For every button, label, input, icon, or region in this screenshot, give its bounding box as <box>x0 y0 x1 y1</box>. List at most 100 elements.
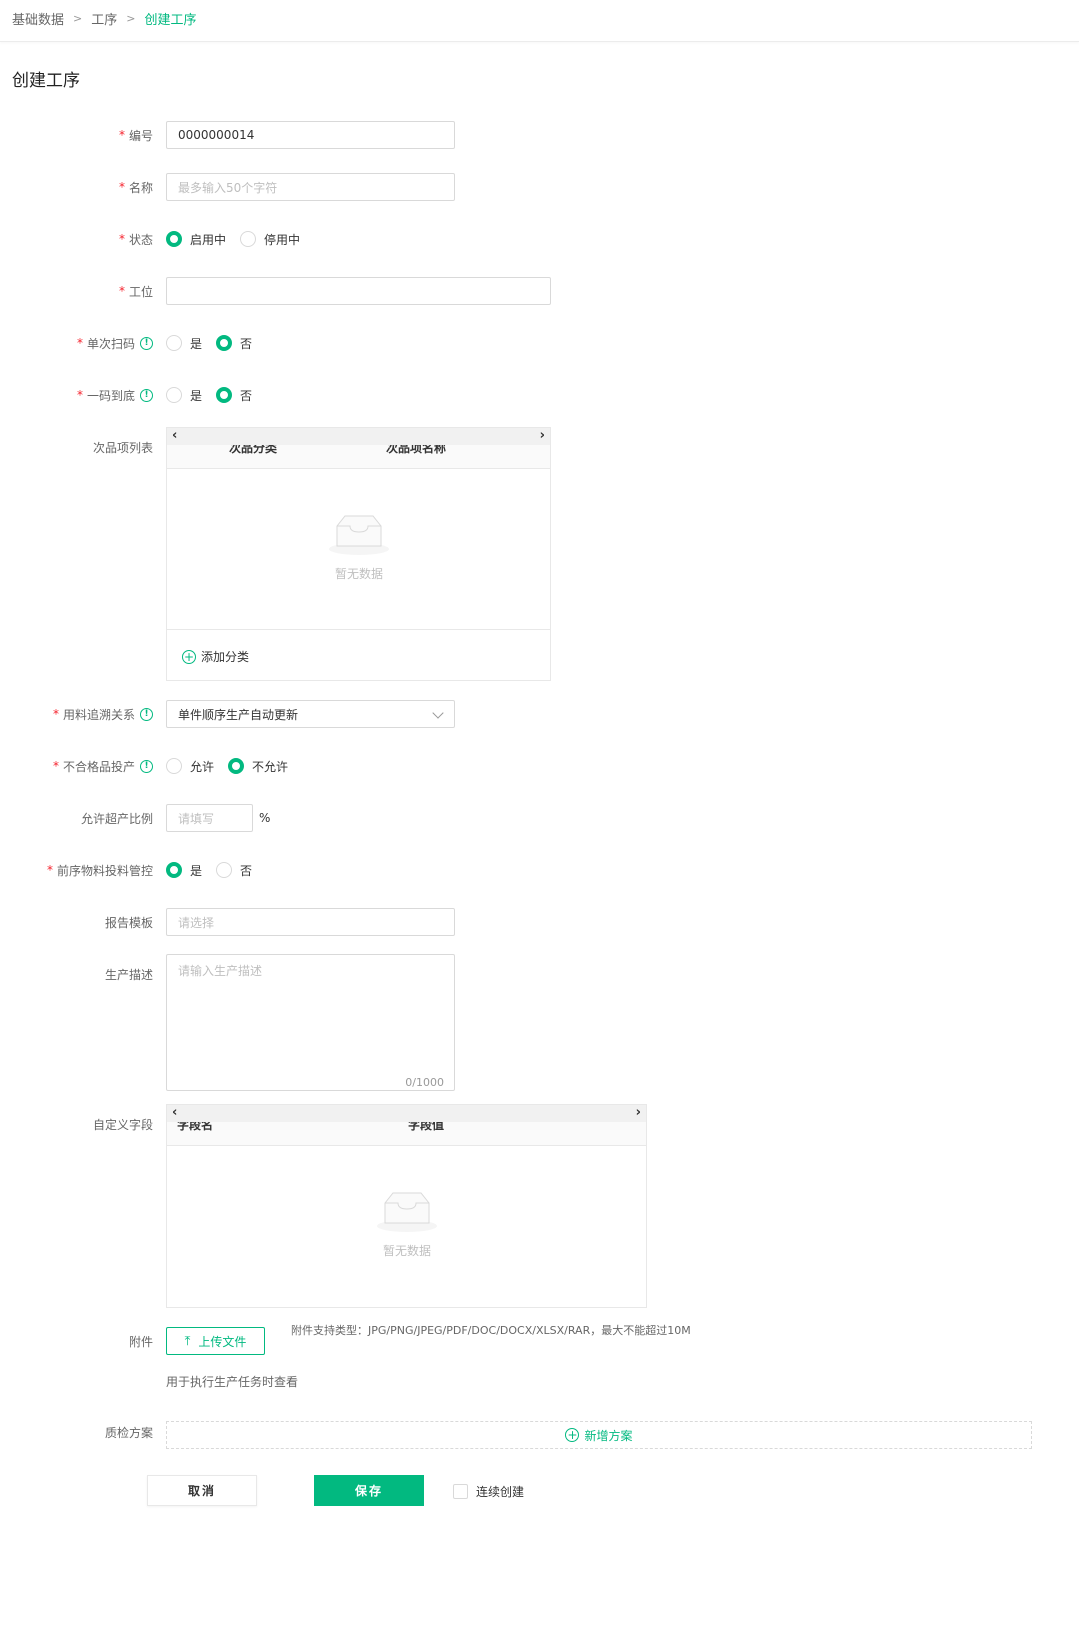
report-template-label-text: 报告模板 <box>104 915 153 930</box>
radio-label: 不允许 <box>252 759 289 774</box>
prev-material-radio-no[interactable]: 否 <box>216 862 252 879</box>
one-code-label-text: 一码到底 <box>86 388 135 403</box>
empty-box-icon <box>377 1192 437 1232</box>
workstation-input[interactable] <box>166 277 551 305</box>
required-mark: * <box>52 759 59 773</box>
select-value: 单件顺序生产自动更新 <box>178 707 299 722</box>
radio-checked-icon <box>166 231 182 247</box>
radio-unchecked-icon <box>166 758 182 774</box>
radio-label: 是 <box>190 336 203 351</box>
horizontal-scrollbar[interactable]: ‹ › <box>167 428 550 445</box>
single-scan-label-text: 单次扫码 <box>86 336 135 351</box>
scroll-right-icon[interactable]: › <box>636 1105 641 1121</box>
description-label-text: 生产描述 <box>104 967 153 982</box>
upload-file-button[interactable]: ⤒ 上传文件 <box>166 1327 265 1355</box>
textarea-placeholder: 请输入生产描述 <box>178 964 263 978</box>
defect-list-label: 次品项列表 <box>93 437 153 457</box>
attachment-sub-hint: 用于执行生产任务时查看 <box>166 1375 299 1389</box>
radio-checked-icon <box>216 335 233 351</box>
chevron-down-icon <box>432 707 444 719</box>
material-trace-label-text: 用料追溯关系 <box>62 707 135 722</box>
scroll-left-icon[interactable]: ‹ <box>172 1105 177 1121</box>
unqualified-label: * 不合格品投产! <box>53 756 153 776</box>
info-icon[interactable]: ! <box>140 336 153 350</box>
continue-create-label: 连续创建 <box>476 1485 525 1499</box>
empty-text: 暂无数据 <box>335 567 384 581</box>
info-icon[interactable]: ! <box>140 759 153 773</box>
one-code-radio-group: 是 否 <box>166 385 266 405</box>
unqualified-label-text: 不合格品投产 <box>62 759 135 774</box>
attachment-hint: 附件支持类型：JPG/PNG/JPEG/PDF/DOC/DOCX/XLSX/RA… <box>291 1324 691 1337</box>
breadcrumb-current: 创建工序 <box>144 13 197 28</box>
one-code-radio-no[interactable]: 否 <box>216 387 252 404</box>
report-template-select[interactable]: 请选择 <box>166 908 455 936</box>
percent-unit: % <box>259 811 271 825</box>
report-template-label: 报告模板 <box>105 912 153 932</box>
description-label: 生产描述 <box>105 964 153 984</box>
breadcrumb-item-process[interactable]: 工序 <box>91 9 117 28</box>
divider <box>167 629 550 630</box>
required-mark: * <box>118 232 125 246</box>
info-icon[interactable]: ! <box>140 707 153 721</box>
defect-list-table: 次品分类 次品项名称 ‹ › 暂无数据 + 添加分类 <box>166 427 551 681</box>
single-scan-radio-yes[interactable]: 是 <box>166 335 202 352</box>
top-bar: 基础数据 > 工序 > 创建工序 <box>0 0 1079 42</box>
radio-unchecked-icon <box>240 231 257 247</box>
info-icon[interactable]: ! <box>140 388 153 402</box>
defect-list-label-text: 次品项列表 <box>92 440 153 455</box>
scroll-left-icon[interactable]: ‹ <box>172 428 177 444</box>
cancel-button[interactable]: 取消 <box>147 1475 257 1506</box>
status-radio-disabled[interactable]: 停用中 <box>240 231 300 248</box>
status-label: * 状态 <box>119 229 153 249</box>
radio-checked-icon <box>228 758 245 774</box>
required-mark: * <box>46 863 53 877</box>
one-code-radio-yes[interactable]: 是 <box>166 387 202 404</box>
over-ratio-label-text: 允许超产比例 <box>80 811 153 826</box>
save-button[interactable]: 保存 <box>314 1475 424 1506</box>
continue-create-checkbox[interactable]: 连续创建 <box>453 1483 524 1500</box>
empty-text: 暂无数据 <box>383 1244 432 1258</box>
one-code-label: * 一码到底! <box>77 385 153 405</box>
required-mark: * <box>52 707 59 721</box>
unqualified-radio-group: 允许 不允许 <box>166 756 302 776</box>
plus-circle-icon: + <box>565 1428 580 1442</box>
radio-unchecked-icon <box>216 862 233 878</box>
page-title: 创建工序 <box>12 71 80 91</box>
horizontal-scrollbar[interactable]: ‹ › <box>167 1105 646 1122</box>
single-scan-radio-no[interactable]: 否 <box>216 335 252 352</box>
code-input[interactable]: 0000000014 <box>166 121 455 149</box>
breadcrumb: 基础数据 > 工序 > 创建工序 <box>12 9 196 28</box>
radio-label: 否 <box>240 336 253 351</box>
radio-label: 是 <box>190 863 203 878</box>
status-radio-enabled[interactable]: 启用中 <box>166 231 226 248</box>
radio-label: 否 <box>240 388 253 403</box>
custom-fields-label: 自定义字段 <box>93 1114 153 1134</box>
workstation-label-text: 工位 <box>128 284 153 299</box>
description-textarea[interactable]: 请输入生产描述 0/1000 <box>166 954 455 1091</box>
add-qc-plan-button[interactable]: + 新增方案 <box>166 1421 1032 1449</box>
scroll-right-icon[interactable]: › <box>540 428 545 444</box>
prev-material-radio-yes[interactable]: 是 <box>166 862 202 879</box>
custom-fields-table: 字段名 字段值 ‹ › 暂无数据 <box>166 1104 647 1308</box>
status-label-text: 状态 <box>128 232 153 247</box>
unqualified-radio-disallow[interactable]: 不允许 <box>228 758 288 775</box>
breadcrumb-separator: > <box>126 12 136 25</box>
required-mark: * <box>118 180 125 194</box>
breadcrumb-item-basic-data[interactable]: 基础数据 <box>12 9 64 28</box>
radio-label: 是 <box>190 388 203 403</box>
add-category-button[interactable]: + 添加分类 <box>182 648 249 665</box>
name-input[interactable]: 最多输入50个字符 <box>166 173 455 201</box>
add-qc-plan-label: 新增方案 <box>584 1428 633 1443</box>
over-ratio-input[interactable]: 请填写 <box>166 804 253 832</box>
required-mark: * <box>118 284 125 298</box>
upload-button-label: 上传文件 <box>198 1334 247 1349</box>
attachment-label-text: 附件 <box>128 1334 153 1349</box>
single-scan-label: * 单次扫码! <box>77 333 153 353</box>
required-mark: * <box>76 388 83 402</box>
prev-material-label: * 前序物料投料管控 <box>47 860 153 880</box>
unqualified-radio-allow[interactable]: 允许 <box>166 758 214 775</box>
over-ratio-label: 允许超产比例 <box>81 808 153 828</box>
material-trace-select[interactable]: 单件顺序生产自动更新 <box>166 700 455 728</box>
char-counter: 0/1000 <box>405 1076 444 1089</box>
code-label: * 编号 <box>119 125 153 145</box>
